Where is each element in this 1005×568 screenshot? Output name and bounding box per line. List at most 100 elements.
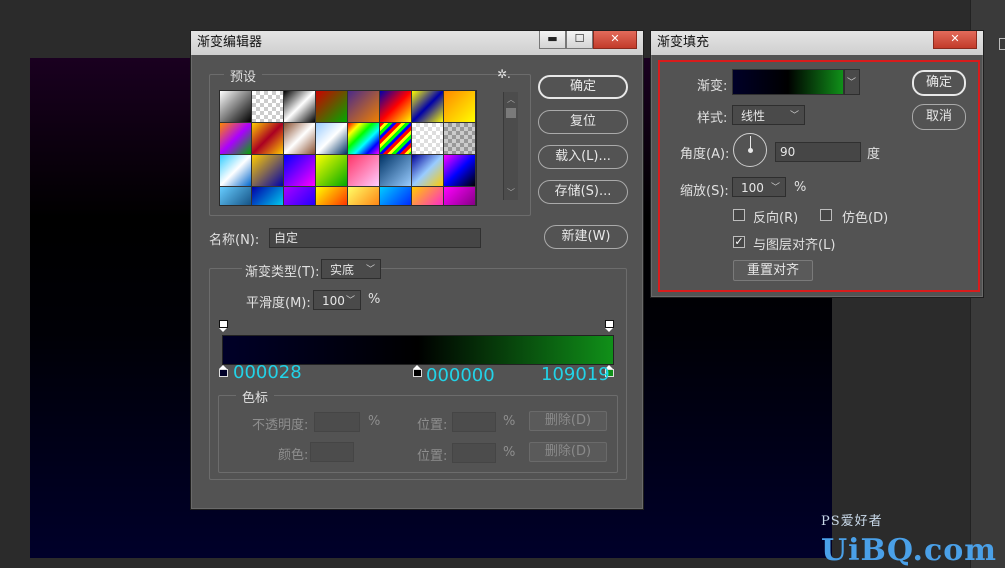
smoothness-label: 平滑度(M): xyxy=(246,296,311,311)
color-position-label: 位置: xyxy=(417,449,448,464)
reset-align-button[interactable]: 重置对齐 xyxy=(733,260,813,281)
opacity-stop-right[interactable] xyxy=(605,320,614,332)
presets-scrollbar[interactable]: ︿ ﹀ xyxy=(503,92,518,200)
scroll-down-icon[interactable]: ﹀ xyxy=(504,187,518,198)
gradient-swatch[interactable] xyxy=(732,69,844,95)
preset-swatch[interactable] xyxy=(348,187,380,205)
preset-swatch[interactable] xyxy=(252,91,284,123)
color-delete-button[interactable]: 删除(D) xyxy=(529,442,607,462)
preset-swatch[interactable] xyxy=(412,91,444,123)
chevron-down-icon: ﹀ xyxy=(846,78,856,88)
preset-swatch[interactable] xyxy=(380,155,412,187)
style-label: 样式: xyxy=(697,111,728,126)
smoothness-select[interactable]: 100 ﹀ xyxy=(313,290,361,310)
opacity-delete-button[interactable]: 删除(D) xyxy=(529,411,607,431)
scale-label: 缩放(S): xyxy=(680,184,729,199)
gradient-editor-title: 渐变编辑器 xyxy=(197,35,263,50)
preset-swatch[interactable] xyxy=(284,155,316,187)
editor-reset-button[interactable]: 复位 xyxy=(538,110,628,134)
opacity-input[interactable] xyxy=(314,412,360,432)
angle-input[interactable]: 90 xyxy=(775,142,861,162)
preset-swatch[interactable] xyxy=(444,123,476,155)
scroll-up-icon[interactable]: ︿ xyxy=(504,94,518,105)
reverse-checkbox[interactable] xyxy=(733,209,745,221)
preset-swatch[interactable] xyxy=(412,187,444,205)
fill-cancel-button[interactable]: 取消 xyxy=(912,104,966,130)
align-checkbox[interactable]: ✓ xyxy=(733,236,745,248)
scale-select[interactable]: 100 ﹀ xyxy=(732,177,786,197)
style-select[interactable]: 线性 ﹀ xyxy=(732,105,805,125)
preset-swatch[interactable] xyxy=(444,155,476,187)
gradient-preview-bar[interactable] xyxy=(222,335,614,365)
gradient-type-value: 实底 xyxy=(330,263,355,277)
color-position-input[interactable] xyxy=(452,443,496,463)
preset-swatch[interactable] xyxy=(380,123,412,155)
name-input[interactable]: 自定 xyxy=(269,228,481,248)
angle-dial[interactable] xyxy=(733,133,767,167)
preset-swatch[interactable] xyxy=(220,123,252,155)
preset-swatch[interactable] xyxy=(220,91,252,123)
gradient-editor-titlebar[interactable]: 渐变编辑器 ▬ ☐ ✕ xyxy=(191,31,643,55)
preset-swatch[interactable] xyxy=(252,123,284,155)
gradient-type-label: 渐变类型(T): xyxy=(242,261,323,280)
new-gradient-button[interactable]: 新建(W) xyxy=(544,225,628,249)
presets-gear-icon[interactable]: ✲. xyxy=(497,67,511,81)
preset-swatch[interactable] xyxy=(284,187,316,205)
presets-title: 预设 xyxy=(224,66,263,85)
watermark-ps: PS xyxy=(820,514,841,529)
fill-close-button[interactable]: ✕ xyxy=(933,31,977,49)
preset-swatch[interactable] xyxy=(316,187,348,205)
color-stop-left[interactable] xyxy=(219,365,228,377)
align-label: 与图层对齐(L) xyxy=(753,238,836,253)
gradient-fill-title: 渐变填充 xyxy=(657,35,710,50)
maximize-button[interactable]: ☐ xyxy=(566,31,593,49)
preset-swatch[interactable] xyxy=(316,155,348,187)
preset-swatch[interactable] xyxy=(348,123,380,155)
preset-swatch[interactable] xyxy=(348,155,380,187)
fill-ok-button[interactable]: 确定 xyxy=(912,70,966,96)
preset-swatch[interactable] xyxy=(220,187,252,205)
gradient-label: 渐变: xyxy=(697,79,728,94)
scroll-thumb[interactable] xyxy=(506,108,516,118)
preset-swatch[interactable] xyxy=(252,187,284,205)
gradient-fill-titlebar[interactable]: 渐变填充 ✕ xyxy=(651,31,983,55)
preset-swatch[interactable] xyxy=(284,123,316,155)
preset-swatch[interactable] xyxy=(252,155,284,187)
stop-right-hex: 109019 xyxy=(541,364,610,385)
dither-checkbox[interactable] xyxy=(820,209,832,221)
preset-swatch[interactable] xyxy=(348,91,380,123)
style-value: 线性 xyxy=(741,109,766,123)
preset-swatch[interactable] xyxy=(380,187,412,205)
editor-save-button[interactable]: 存储(S)... xyxy=(538,180,628,204)
color-stops-title: 色标 xyxy=(236,387,275,406)
close-button[interactable]: ✕ xyxy=(593,31,637,49)
watermark-brand: UiBQ.com xyxy=(820,533,997,568)
gradient-dropdown[interactable]: ﹀ xyxy=(844,69,860,95)
color-stop-mid[interactable] xyxy=(413,365,422,377)
preset-swatch[interactable] xyxy=(412,155,444,187)
color-swatch[interactable] xyxy=(310,442,354,462)
preset-swatch[interactable] xyxy=(316,123,348,155)
editor-ok-button[interactable]: 确定 xyxy=(538,75,628,99)
opacity-position-percent: % xyxy=(503,414,516,429)
dither-label: 仿色(D) xyxy=(842,211,889,226)
chevron-down-icon: ﹀ xyxy=(345,296,355,306)
minimize-button[interactable]: ▬ xyxy=(539,31,566,49)
preset-swatch[interactable] xyxy=(380,91,412,123)
preset-swatch[interactable] xyxy=(412,123,444,155)
opacity-stop-left[interactable] xyxy=(219,320,228,332)
opacity-position-input[interactable] xyxy=(452,412,496,432)
stop-left-hex: 000028 xyxy=(233,362,302,383)
color-label: 颜色: xyxy=(278,448,309,463)
panel-toggle-icon[interactable] xyxy=(999,38,1005,50)
preset-swatch[interactable] xyxy=(284,91,316,123)
reverse-label: 反向(R) xyxy=(753,211,799,226)
preset-swatch[interactable] xyxy=(444,187,476,205)
gradient-type-select[interactable]: 实底 ﹀ xyxy=(321,259,381,279)
editor-load-button[interactable]: 载入(L)... xyxy=(538,145,628,169)
chevron-down-icon: ﹀ xyxy=(789,111,799,121)
preset-swatch[interactable] xyxy=(316,91,348,123)
preset-swatch[interactable] xyxy=(220,155,252,187)
preset-swatch[interactable] xyxy=(444,91,476,123)
angle-unit: 度 xyxy=(867,147,881,162)
